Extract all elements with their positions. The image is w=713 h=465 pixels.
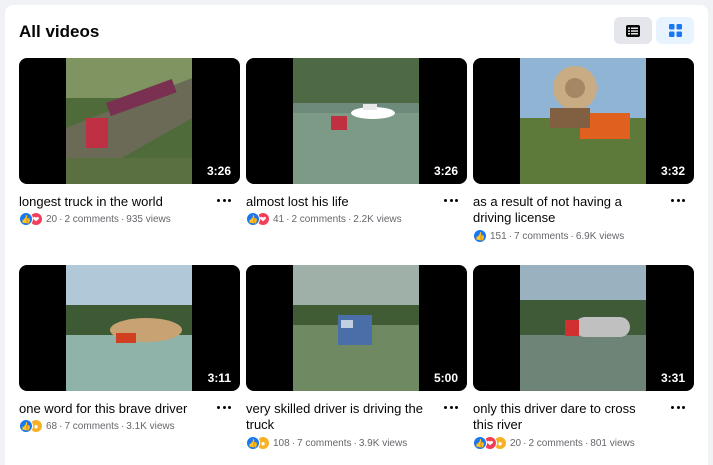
list-icon	[626, 24, 640, 37]
video-duration: 3:31	[660, 371, 685, 385]
video-title[interactable]: one word for this brave driver	[19, 401, 204, 417]
list-view-button[interactable]	[614, 17, 652, 44]
video-title[interactable]: as a result of not having a driving lice…	[473, 194, 658, 226]
like-icon: 👍	[19, 419, 33, 433]
video-card[interactable]: 3:26 almost lost his life 👍 ❤ 41 · 2 comm…	[246, 58, 467, 226]
like-icon: 👍	[246, 212, 260, 226]
like-icon: 👍	[473, 436, 487, 450]
video-title[interactable]: very skilled driver is driving the truck	[246, 401, 431, 433]
like-icon: 👍	[473, 229, 487, 243]
video-thumbnail[interactable]: 3:26	[19, 58, 240, 184]
more-options-button[interactable]	[214, 399, 234, 415]
video-stats: 👍 ● 108 · 7 comments · 3.9K views	[246, 435, 407, 451]
reactions[interactable]: 👍 ❤	[19, 212, 43, 226]
view-count: 3.1K views	[126, 420, 175, 432]
thumbnail-image	[520, 265, 646, 391]
more-dots-icon	[444, 198, 447, 202]
more-options-button[interactable]	[668, 192, 688, 208]
video-duration: 5:00	[433, 371, 458, 385]
reaction-count: 68	[46, 420, 58, 432]
reaction-count: 108	[273, 437, 290, 449]
video-duration: 3:26	[433, 164, 458, 178]
video-stats: 👍 ❤ ● 20 · 2 comments · 801 views	[473, 435, 635, 451]
thumbnail-image	[293, 265, 419, 391]
more-dots-icon	[671, 405, 674, 409]
more-options-button[interactable]	[441, 192, 461, 208]
grid-view-button[interactable]	[656, 17, 694, 44]
reaction-count: 20	[510, 437, 522, 449]
reaction-count: 20	[46, 213, 58, 225]
video-card[interactable]: 3:31 only this driver dare to cross this…	[473, 265, 694, 450]
more-options-button[interactable]	[214, 192, 234, 208]
view-count: 2.2K views	[353, 213, 402, 225]
video-title[interactable]: only this driver dare to cross this rive…	[473, 401, 658, 433]
comment-count[interactable]: 2 comments	[64, 214, 118, 225]
video-card[interactable]: 3:11 one word for this brave driver 👍 ● …	[19, 265, 240, 433]
comment-count[interactable]: 7 comments	[297, 438, 351, 449]
comment-count[interactable]: 7 comments	[64, 421, 118, 432]
videos-panel: All videos 3:26 longest truck in the wor…	[5, 5, 708, 465]
view-count: 3.9K views	[358, 437, 408, 449]
more-options-button[interactable]	[668, 399, 688, 415]
reaction-count: 151	[490, 230, 507, 242]
video-thumbnail[interactable]: 5:00	[246, 265, 467, 391]
page-title: All videos	[19, 22, 100, 41]
view-count: 801 views	[590, 437, 635, 449]
more-options-button[interactable]	[441, 399, 461, 415]
thumbnail-image	[66, 265, 192, 391]
more-dots-icon	[217, 405, 220, 409]
comment-count[interactable]: 2 comments	[291, 214, 345, 225]
reactions[interactable]: 👍 ❤	[246, 212, 270, 226]
video-duration: 3:32	[660, 164, 685, 178]
video-thumbnail[interactable]: 3:31	[473, 265, 694, 391]
video-stats: 👍 ❤ 41 · 2 comments · 2.2K views	[246, 211, 402, 227]
comment-count[interactable]: 7 comments	[514, 231, 568, 242]
thumbnail-image	[66, 58, 192, 184]
reaction-count: 41	[273, 213, 285, 225]
like-icon: 👍	[246, 436, 260, 450]
video-thumbnail[interactable]: 3:26	[246, 58, 467, 184]
view-count: 6.9K views	[575, 230, 625, 242]
thumbnail-image	[520, 58, 646, 184]
video-duration: 3:26	[206, 164, 231, 178]
video-thumbnail[interactable]: 3:32	[473, 58, 694, 184]
more-dots-icon	[444, 405, 447, 409]
video-duration: 3:11	[207, 371, 231, 385]
like-icon: 👍	[19, 212, 33, 226]
comment-count[interactable]: 2 comments	[528, 438, 582, 449]
reactions[interactable]: 👍 ●	[19, 419, 43, 433]
video-card[interactable]: 3:26 longest truck in the world 👍 ❤ 20 · …	[19, 58, 240, 226]
video-stats: 👍 ❤ 20 · 2 comments · 935 views	[19, 211, 171, 227]
video-stats: 👍 151 · 7 comments · 6.9K views	[473, 228, 624, 244]
reactions[interactable]: 👍 ●	[246, 436, 270, 450]
video-thumbnail[interactable]: 3:11	[19, 265, 240, 391]
video-title[interactable]: longest truck in the world	[19, 194, 204, 210]
video-title[interactable]: almost lost his life	[246, 194, 431, 210]
video-card[interactable]: 3:32 as a result of not having a driving…	[473, 58, 694, 243]
reactions[interactable]: 👍 ❤ ●	[473, 436, 507, 450]
video-stats: 👍 ● 68 · 7 comments · 3.1K views	[19, 418, 175, 434]
thumbnail-image	[293, 58, 419, 184]
video-card[interactable]: 5:00 very skilled driver is driving the …	[246, 265, 467, 450]
view-count: 935 views	[126, 213, 171, 225]
reactions[interactable]: 👍	[473, 229, 487, 243]
grid-icon	[668, 24, 682, 37]
more-dots-icon	[671, 198, 674, 202]
more-dots-icon	[217, 198, 220, 202]
